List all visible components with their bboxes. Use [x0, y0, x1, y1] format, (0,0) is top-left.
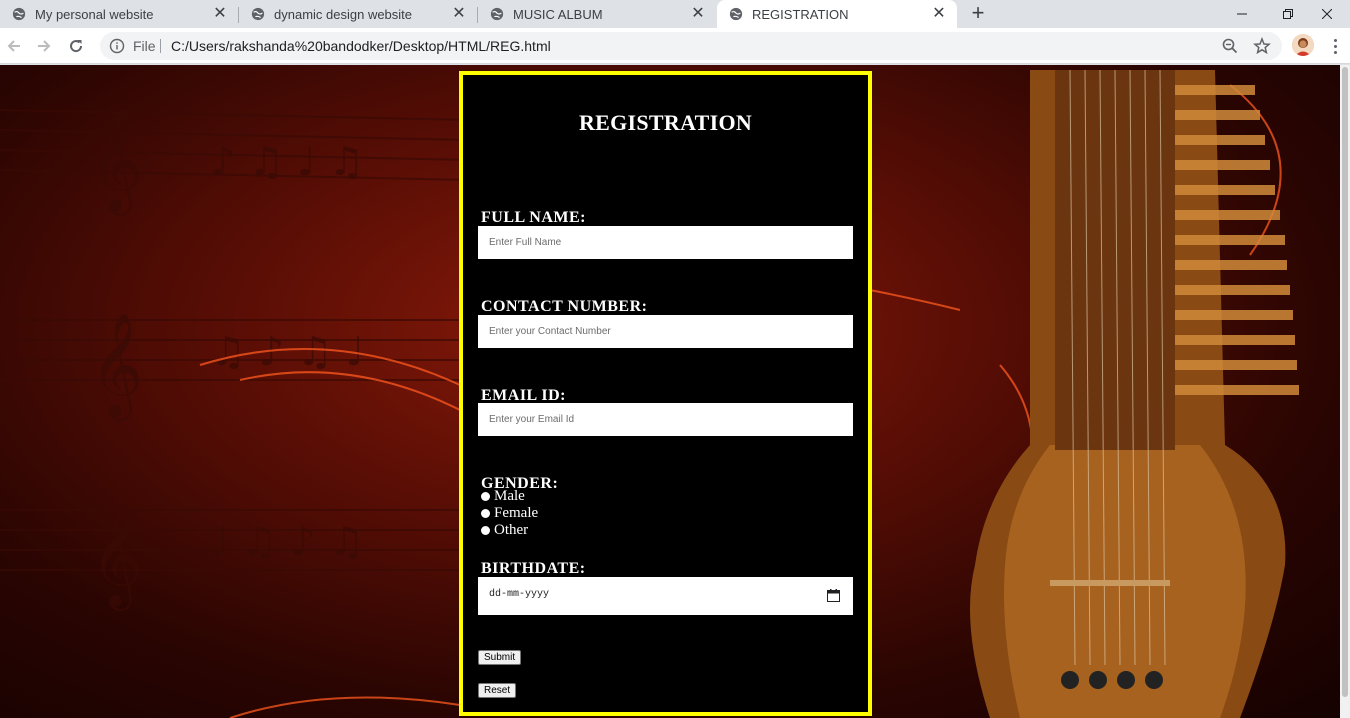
gender-option-female[interactable]: Female — [478, 505, 538, 522]
form-title: REGISTRATION — [578, 110, 753, 135]
close-icon — [1322, 9, 1332, 19]
minimize-button[interactable] — [1219, 0, 1265, 28]
arrow-right-icon — [38, 40, 51, 52]
forward-button[interactable] — [30, 32, 58, 60]
radio-label: Other — [494, 522, 529, 538]
tab-title: REGISTRATION — [752, 6, 849, 22]
url-text[interactable]: C:/Users/rakshanda%20bandodker/Desktop/H… — [171, 38, 551, 54]
address-bar[interactable]: File C:/Users/rakshanda%20bandodker/Desk… — [100, 32, 1282, 60]
omnibox-divider — [160, 39, 161, 53]
close-window-button[interactable] — [1304, 0, 1350, 28]
svg-text:𝄞: 𝄞 — [90, 107, 143, 216]
gender-option-male[interactable]: Male — [478, 488, 525, 505]
calendar-icon[interactable] — [827, 589, 840, 602]
reload-button[interactable] — [62, 32, 90, 60]
restore-icon — [1283, 9, 1293, 19]
close-tab-icon[interactable]: ✕ — [212, 6, 228, 22]
tab-registration[interactable]: REGISTRATION ✕ — [717, 0, 957, 28]
globe-icon — [729, 7, 743, 21]
profile-avatar[interactable] — [1292, 34, 1314, 56]
radio-label: Female — [494, 505, 539, 521]
contact-number-input[interactable] — [478, 315, 853, 348]
radio-button[interactable] — [481, 492, 490, 501]
tab-title: My personal website — [35, 6, 154, 22]
bookmark-star-icon[interactable] — [1253, 37, 1271, 55]
profile-photo-icon — [1292, 34, 1314, 56]
tab-music-album[interactable]: MUSIC ALBUM ✕ — [478, 0, 716, 28]
radio-button[interactable] — [481, 509, 490, 518]
globe-icon — [251, 7, 265, 21]
close-tab-icon[interactable]: ✕ — [931, 6, 947, 22]
close-tab-icon[interactable]: ✕ — [690, 6, 706, 22]
minimize-icon — [1237, 13, 1247, 15]
svg-text:𝄞: 𝄞 — [90, 312, 143, 421]
scrollbar-thumb[interactable] — [1342, 67, 1348, 697]
tab-dynamic-design-website[interactable]: dynamic design website ✕ — [239, 0, 477, 28]
gender-option-other[interactable]: Other — [478, 522, 528, 539]
browser-toolbar: File C:/Users/rakshanda%20bandodker/Desk… — [0, 28, 1350, 64]
tab-title: dynamic design website — [274, 6, 413, 22]
email-input[interactable] — [478, 403, 853, 436]
tab-my-personal-website[interactable]: My personal website ✕ — [0, 0, 238, 28]
info-icon[interactable] — [109, 38, 125, 54]
page-scrollbar[interactable] — [1340, 65, 1350, 718]
close-tab-icon[interactable]: ✕ — [451, 6, 467, 22]
globe-icon — [490, 7, 504, 21]
back-button[interactable] — [0, 32, 28, 60]
reset-button[interactable]: Reset — [478, 683, 517, 698]
registration-form: REGISTRATION FULL NAME: CONTACT NUMBER: … — [459, 71, 872, 716]
tab-strip: My personal website ✕ dynamic design web… — [0, 0, 1350, 28]
date-placeholder: dd-mm-yyyy — [489, 589, 550, 600]
contact-number-label: CONTACT NUMBER: — [481, 298, 648, 315]
svg-text:♪ ♫ ♩ ♫: ♪ ♫ ♩ ♫ — [210, 139, 364, 185]
birthdate-input[interactable]: dd-mm-yyyy — [478, 577, 853, 615]
svg-text:♩ ♫ ♪ ♫: ♩ ♫ ♪ ♫ — [210, 519, 364, 565]
scheme-label: File — [133, 38, 156, 54]
zoom-icon[interactable] — [1221, 37, 1239, 55]
tab-title: MUSIC ALBUM — [513, 6, 603, 22]
svg-text:𝄞: 𝄞 — [90, 502, 143, 611]
birthdate-label: BIRTHDATE: — [481, 560, 586, 577]
full-name-label: FULL NAME: — [481, 209, 586, 226]
reload-icon — [70, 40, 83, 53]
radio-button[interactable] — [481, 526, 490, 535]
arrow-left-icon — [7, 40, 20, 52]
radio-label: Male — [494, 488, 525, 504]
globe-icon — [12, 7, 26, 21]
full-name-input[interactable] — [478, 226, 853, 259]
submit-button[interactable]: Submit — [478, 650, 522, 665]
page-viewport: 𝄞 𝄞 𝄞 ♪ ♫ ♩ ♫ ♫ ♪ ♫ ♩ ♩ ♫ ♪ ♫ REGISTRATI… — [0, 65, 1340, 718]
browser-menu-button[interactable] — [1326, 34, 1344, 58]
new-tab-button[interactable]: + — [966, 2, 990, 26]
